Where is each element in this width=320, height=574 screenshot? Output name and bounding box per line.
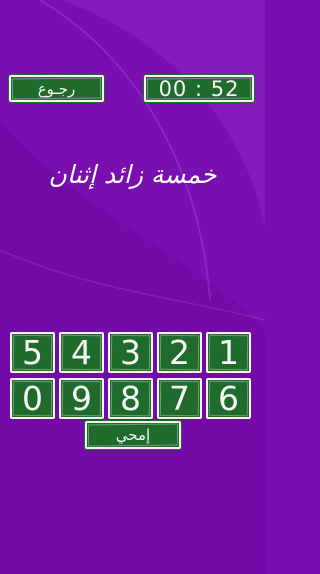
timer-value: 00 : 52: [158, 76, 240, 101]
key-2[interactable]: 2: [157, 332, 202, 373]
back-button-label: رجـوع: [37, 79, 76, 98]
clear-button[interactable]: إمحي: [85, 421, 181, 449]
key-3[interactable]: 3: [108, 332, 153, 373]
key-8[interactable]: 8: [108, 378, 153, 419]
clear-button-label: إمحي: [115, 426, 151, 444]
key-6[interactable]: 6: [206, 378, 251, 419]
question-text: خمسة زائد إثنان: [48, 160, 217, 189]
key-9[interactable]: 9: [59, 378, 104, 419]
key-5[interactable]: 5: [10, 332, 55, 373]
key-7[interactable]: 7: [157, 378, 202, 419]
key-4[interactable]: 4: [59, 332, 104, 373]
timer-display: 00 : 52: [144, 75, 254, 102]
back-button[interactable]: رجـوع: [9, 75, 104, 102]
key-1[interactable]: 1: [206, 332, 251, 373]
key-0[interactable]: 0: [10, 378, 55, 419]
